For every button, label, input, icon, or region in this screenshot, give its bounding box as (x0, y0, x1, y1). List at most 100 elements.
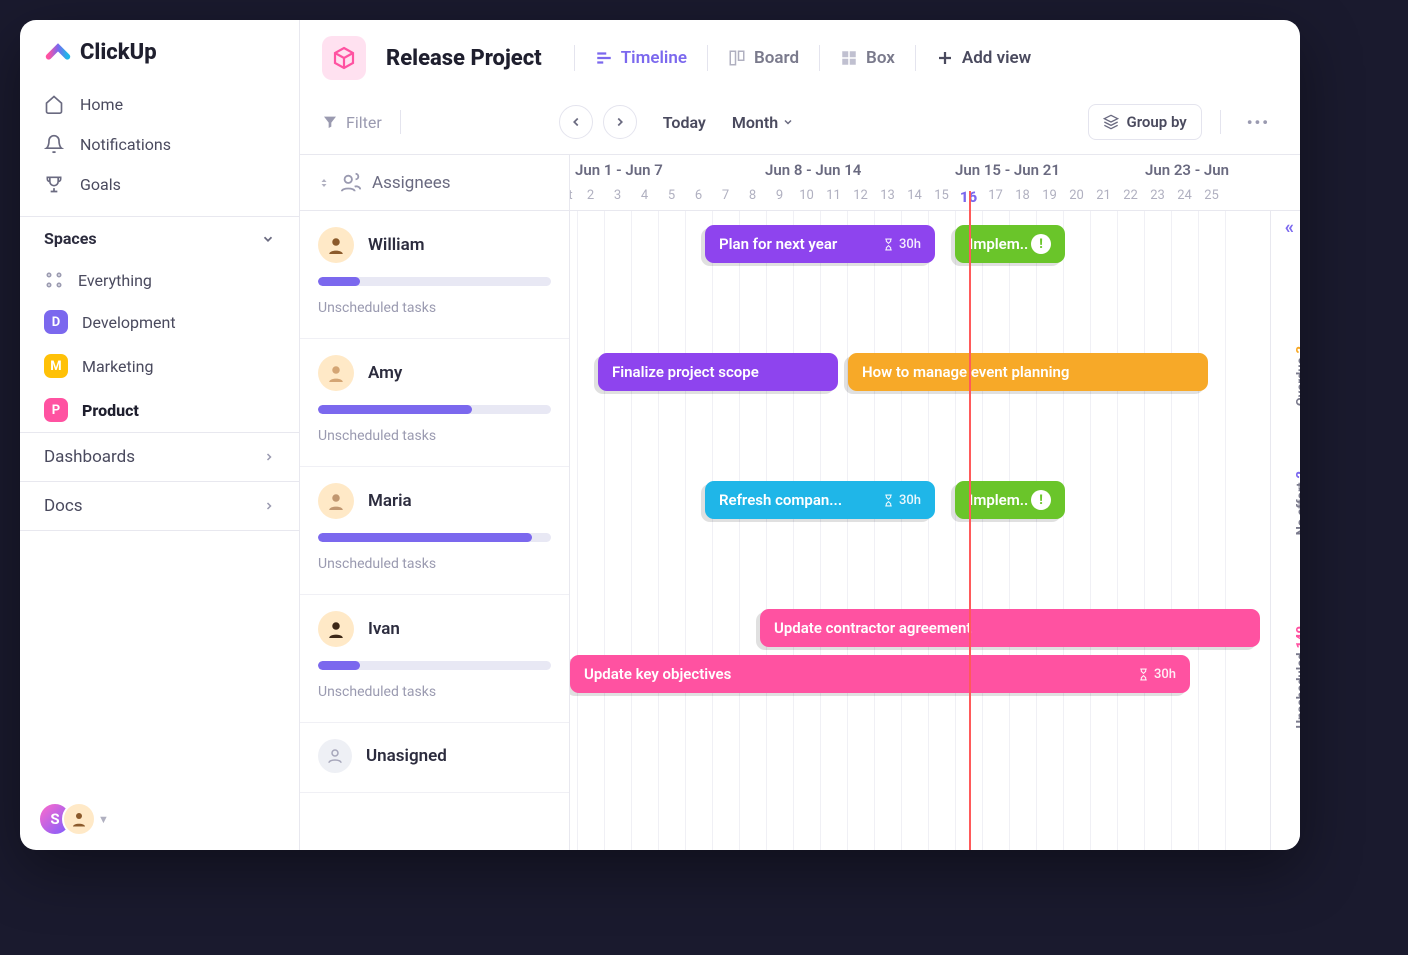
project-title: Release Project (386, 46, 542, 71)
assignee-list: William Unscheduled tasks Amy Unscheduled t… (300, 211, 569, 793)
more-button[interactable]: ••• (1239, 113, 1278, 132)
day-label: 8 (739, 188, 766, 206)
assignee-row[interactable]: William Unscheduled tasks (300, 211, 569, 339)
hourglass-icon (1137, 668, 1150, 681)
task-bar[interactable]: Finalize project scope (598, 353, 838, 391)
day-label: 17 (982, 188, 1009, 206)
unscheduled-link[interactable]: Unscheduled tasks (318, 428, 551, 444)
topbar: Release Project Timeline Board Box (300, 20, 1300, 96)
sidetab-noeffort[interactable]: No effort 2 (1294, 471, 1300, 535)
logo-icon (44, 38, 72, 66)
day-label: 21 (1090, 188, 1117, 206)
nav-docs-label: Docs (44, 496, 83, 516)
avatar (318, 611, 354, 647)
assignee-row[interactable]: Amy Unscheduled tasks (300, 339, 569, 467)
groupby-label: Group by (1127, 113, 1187, 131)
nav-home-label: Home (80, 95, 123, 114)
nav-notifications[interactable]: Notifications (20, 124, 299, 164)
caret-down-icon[interactable]: ▼ (98, 813, 109, 826)
nav-dashboards[interactable]: Dashboards (20, 432, 299, 481)
task-bar[interactable]: Update key objectives30h (570, 655, 1190, 693)
chevron-right-icon (263, 500, 275, 512)
groupby-button[interactable]: Group by (1088, 104, 1202, 140)
add-view-label: Add view (962, 48, 1031, 68)
assignee-row[interactable]: Ivan Unscheduled tasks (300, 595, 569, 723)
assignee-name: Maria (368, 491, 412, 511)
tab-box-label: Box (866, 48, 895, 68)
space-item-marketing[interactable]: M Marketing (20, 344, 299, 388)
alert-icon: ! (1031, 234, 1051, 254)
chevron-left-icon (569, 115, 583, 129)
spaces-header-label: Spaces (44, 229, 97, 248)
unscheduled-link[interactable]: Unscheduled tasks (318, 300, 551, 316)
task-bar[interactable]: Plan for next year30h (705, 225, 935, 263)
task-bar[interactable]: Update contractor agreement (760, 609, 1260, 647)
assignee-name: Unasigned (366, 746, 447, 766)
task-bar[interactable]: Implem..! (955, 481, 1065, 519)
task-label: Update key objectives (584, 665, 731, 683)
space-everything[interactable]: Everything (20, 260, 299, 300)
plus-icon (936, 49, 954, 67)
timeline-view: Assignees William Unscheduled tasks Amy Uns… (300, 155, 1300, 850)
nav-home[interactable]: Home (20, 84, 299, 124)
chevron-right-icon (263, 451, 275, 463)
assignee-row[interactable]: Unasigned (300, 723, 569, 793)
assignee-column-header[interactable]: Assignees (300, 155, 569, 211)
task-label: Update contractor agreement (774, 619, 971, 637)
day-label: 10 (793, 188, 820, 206)
day-label: 1st (570, 188, 577, 206)
space-label: Marketing (82, 357, 153, 376)
sidetab-unscheduled[interactable]: Unscheduled 140 (1294, 626, 1300, 729)
day-label: 19 (1036, 188, 1063, 206)
task-bar[interactable]: Refresh compan...30h (705, 481, 935, 519)
unscheduled-link[interactable]: Unscheduled tasks (318, 684, 551, 700)
space-badge: D (44, 310, 68, 334)
timeline-grid[interactable]: Jun 1 - Jun 7Jun 8 - Jun 14Jun 15 - Jun … (570, 155, 1300, 850)
main-content: Release Project Timeline Board Box (300, 20, 1300, 850)
avatar (318, 483, 354, 519)
filter-button[interactable]: Filter (322, 113, 382, 132)
sidetab-overdue[interactable]: Overdue 3 (1294, 346, 1300, 406)
space-item-product[interactable]: PProduct (20, 388, 299, 432)
hourglass-icon (882, 238, 895, 251)
task-bar[interactable]: How to manage event planning (848, 353, 1208, 391)
day-label: 23 (1144, 188, 1171, 206)
spaces-list: DDevelopment M Marketing PProduct (20, 300, 299, 432)
tab-timeline[interactable]: Timeline (585, 42, 697, 74)
timer-badge: 30h (882, 493, 921, 508)
add-view-button[interactable]: Add view (926, 42, 1041, 74)
prev-button[interactable] (559, 105, 593, 139)
assignee-name: William (368, 235, 425, 255)
day-label: 25 (1198, 188, 1225, 206)
filter-icon (322, 114, 338, 130)
today-button[interactable]: Today (655, 113, 714, 132)
logo[interactable]: ClickUp (20, 20, 299, 80)
nav-goals[interactable]: Goals (20, 164, 299, 204)
space-item-development[interactable]: DDevelopment (20, 300, 299, 344)
nav-docs[interactable]: Docs (20, 481, 299, 531)
app-shell: ClickUp Home Notifications Goals Spaces … (20, 20, 1300, 850)
workspace-switcher[interactable]: S (38, 802, 86, 836)
tab-board[interactable]: Board (718, 42, 809, 74)
task-label: Finalize project scope (612, 363, 759, 381)
day-label: 3 (604, 188, 631, 206)
zoom-label: Month (732, 113, 778, 132)
tab-box[interactable]: Box (830, 42, 905, 74)
week-label: Jun 15 - Jun 21 (955, 161, 1060, 179)
project-icon[interactable] (322, 36, 366, 80)
spaces-header[interactable]: Spaces (20, 216, 299, 260)
space-badge: M (44, 354, 68, 378)
people-icon (340, 172, 362, 194)
user-avatar (62, 802, 96, 836)
side-panel-tabs: « Overdue 3 No effort 2 Unscheduled 140 (1270, 211, 1300, 850)
chevron-down-icon (261, 232, 275, 246)
day-label: 7 (712, 188, 739, 206)
unscheduled-link[interactable]: Unscheduled tasks (318, 556, 551, 572)
next-button[interactable] (603, 105, 637, 139)
task-bar[interactable]: Implem..! (955, 225, 1065, 263)
assignee-row[interactable]: Maria Unscheduled tasks (300, 467, 569, 595)
zoom-selector[interactable]: Month (732, 113, 794, 132)
assignee-name: Ivan (368, 619, 400, 639)
collapse-panel-icon[interactable]: « (1285, 217, 1294, 238)
assignee-name: Amy (368, 363, 402, 383)
